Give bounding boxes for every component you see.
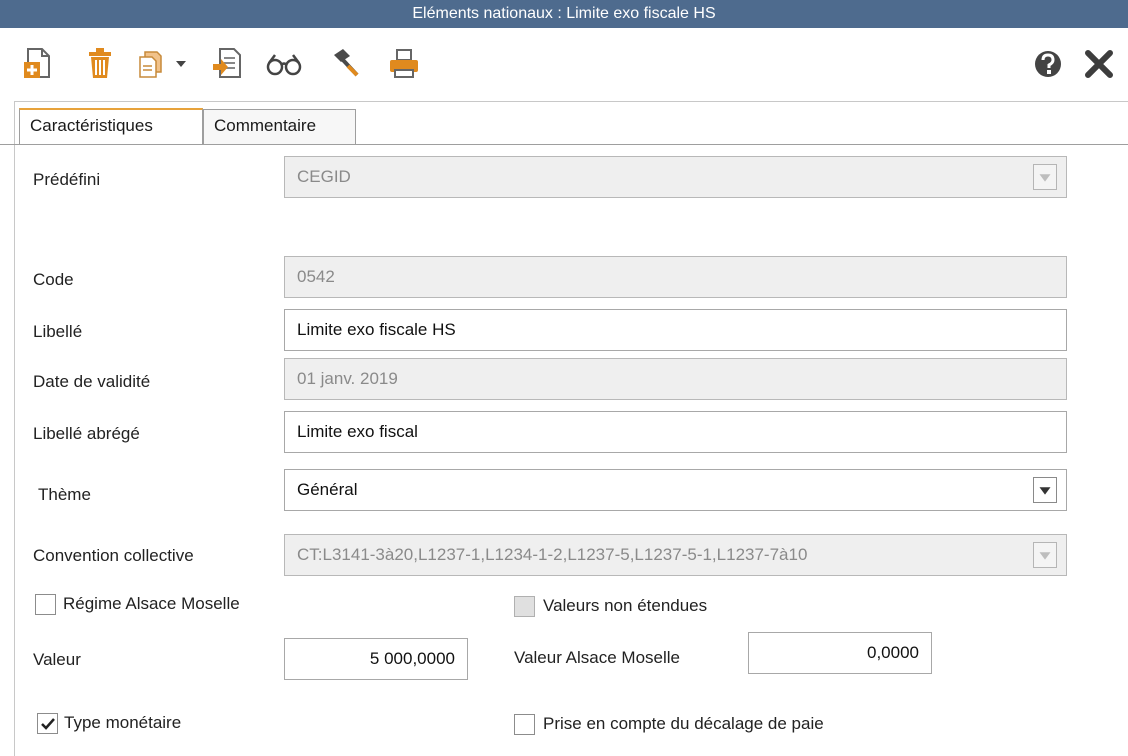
printer-icon[interactable] — [387, 46, 421, 80]
chevron-down-icon[interactable] — [1033, 164, 1057, 190]
glasses-icon[interactable] — [266, 46, 302, 80]
close-icon[interactable] — [1084, 46, 1114, 80]
valeurs-non-etendues-checkbox[interactable] — [514, 596, 535, 617]
libelle-abrege-field[interactable]: Limite exo fiscal — [284, 411, 1067, 453]
delete-icon[interactable] — [84, 46, 116, 80]
valeurs-non-etendues-label: Valeurs non étendues — [543, 596, 708, 615]
libelle-field[interactable]: Limite exo fiscale HS — [284, 309, 1067, 351]
date-validite-field: 01 janv. 2019 — [284, 358, 1067, 400]
toolbar — [0, 28, 1128, 101]
chevron-down-icon[interactable] — [1033, 477, 1057, 503]
code-label: Code — [33, 270, 74, 289]
theme-label: Thème — [38, 485, 91, 504]
regime-alsace-label: Régime Alsace Moselle — [63, 594, 240, 613]
tab-caracteristiques[interactable]: Caractéristiques — [19, 108, 203, 144]
predefini-select[interactable]: CEGID — [284, 156, 1067, 198]
valeur-alsace-field[interactable]: 0,0000 — [748, 632, 932, 674]
valeur-field[interactable]: 5 000,0000 — [284, 638, 468, 680]
date-validite-label: Date de validité — [33, 372, 151, 391]
libelle-abrege-label: Libellé abrégé — [33, 424, 140, 443]
valeur-alsace-label: Valeur Alsace Moselle — [514, 648, 680, 667]
tab-strip-divider — [0, 144, 1128, 145]
type-monetaire-checkbox[interactable] — [37, 713, 58, 734]
window-title: Eléments nationaux : Limite exo fiscale … — [0, 0, 1128, 28]
regime-alsace-checkbox[interactable] — [35, 594, 56, 615]
predefini-label: Prédéfini — [33, 170, 101, 189]
checkmark-icon — [41, 718, 55, 730]
libelle-label: Libellé — [33, 322, 83, 341]
duplicate-icon[interactable] — [135, 46, 163, 80]
chevron-down-icon[interactable] — [1033, 542, 1057, 568]
theme-select[interactable]: Général — [284, 469, 1067, 511]
type-monetaire-label: Type monétaire — [64, 713, 182, 732]
valeur-label: Valeur — [33, 650, 81, 669]
new-icon[interactable] — [22, 46, 54, 80]
hammer-icon[interactable] — [328, 46, 362, 80]
dropdown-arrow-icon[interactable] — [174, 46, 188, 80]
convention-select[interactable]: CT:L3141-3à20,L1237-1,L1234-1-2,L1237-5,… — [284, 534, 1067, 576]
decalage-paie-label: Prise en compte du décalage de paie — [543, 714, 824, 733]
help-icon[interactable] — [1033, 46, 1063, 80]
import-icon[interactable] — [211, 46, 243, 80]
decalage-paie-checkbox[interactable] — [514, 714, 535, 735]
code-field: 0542 — [284, 256, 1067, 298]
convention-label: Convention collective — [33, 546, 194, 565]
tab-commentaire[interactable]: Commentaire — [203, 109, 356, 144]
